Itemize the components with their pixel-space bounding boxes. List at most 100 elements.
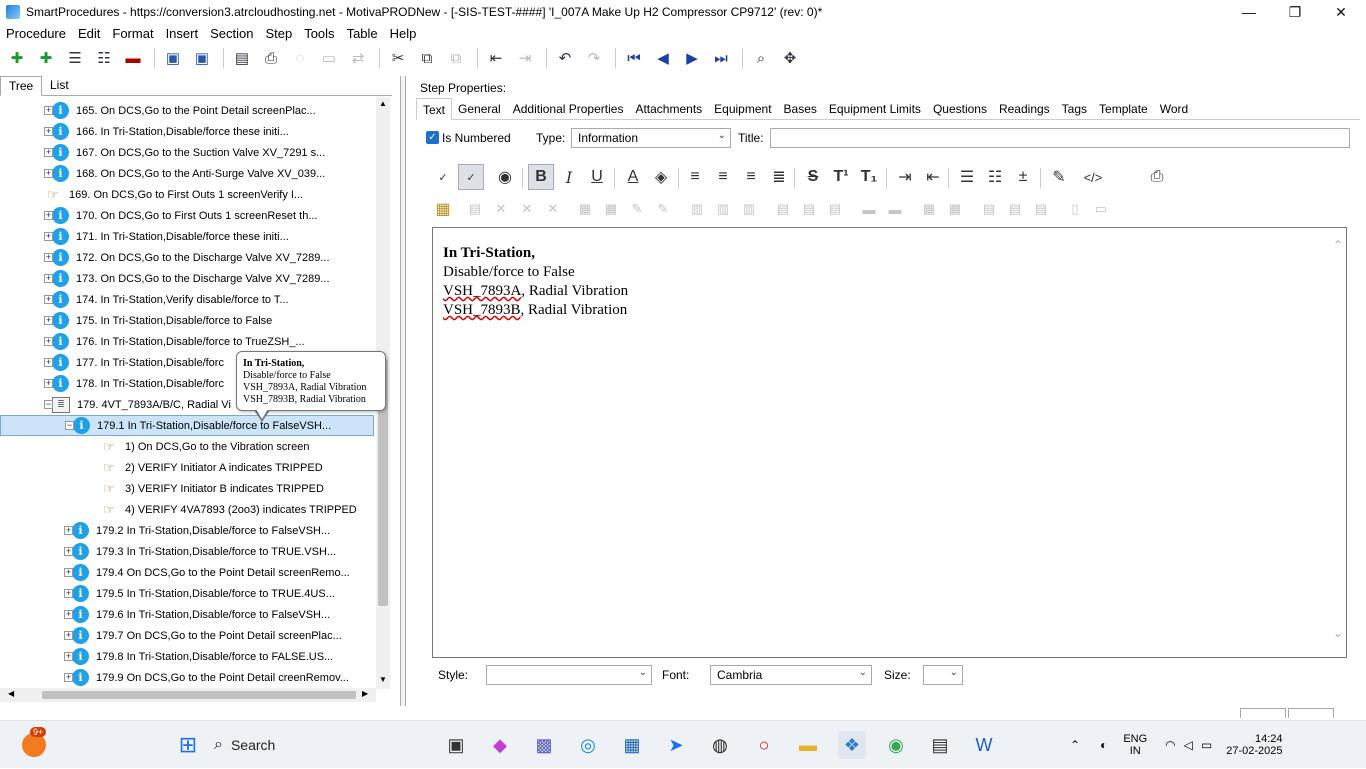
- add-step-icon[interactable]: ✚: [4, 46, 30, 70]
- tree-row[interactable]: ☞ 4) VERIFY 4VA7893 (2oo3) indicates TRIP…: [0, 499, 374, 520]
- clock[interactable]: 14:24 27-02-2025: [1226, 733, 1282, 757]
- size-select[interactable]: ⌄: [923, 665, 963, 685]
- menu-table[interactable]: Table: [347, 26, 378, 41]
- cut-icon[interactable]: ✂: [385, 46, 411, 70]
- tab-text[interactable]: Text: [416, 98, 453, 120]
- opera-icon[interactable]: ○: [750, 731, 778, 759]
- tree-row[interactable]: + i 173. On DCS,Go to the Discharge Valve …: [0, 268, 374, 289]
- first-icon[interactable]: ⏮: [621, 46, 647, 70]
- tree-row[interactable]: + i 179.8 In Tri-Station,Disable/force to …: [0, 646, 374, 667]
- expand-icon[interactable]: +: [44, 358, 53, 367]
- decrease-indent-icon[interactable]: ⇤: [920, 164, 946, 190]
- taskbar-search[interactable]: ⌕ Search: [214, 729, 434, 761]
- tree-row[interactable]: + i 171. In Tri-Station,Disable/force thes…: [0, 226, 374, 247]
- title-input[interactable]: [770, 128, 1350, 148]
- app-icon[interactable]: ▤: [926, 731, 954, 759]
- tab-bases[interactable]: Bases: [778, 98, 823, 120]
- tree-row[interactable]: + i 179.2 In Tri-Station,Disable/force to …: [0, 520, 374, 541]
- expand-icon[interactable]: +: [64, 589, 73, 598]
- tree-row[interactable]: + i 175. In Tri-Station,Disable/force to F…: [0, 310, 374, 331]
- font-color-icon[interactable]: A: [620, 164, 646, 190]
- refresh-icon[interactable]: ◌: [287, 46, 313, 70]
- magic-wand-icon[interactable]: ✎: [1046, 164, 1072, 190]
- outline-icon[interactable]: ☷: [91, 46, 117, 70]
- scroll-right-icon[interactable]: ▶: [362, 689, 368, 698]
- increase-indent-icon[interactable]: ⇥: [892, 164, 918, 190]
- tab-tree[interactable]: Tree: [0, 76, 43, 96]
- battery-icon[interactable]: ▭: [1201, 738, 1212, 752]
- pane-splitter[interactable]: [400, 76, 406, 706]
- spellcheck-icon[interactable]: ✓: [430, 164, 456, 190]
- paste-icon[interactable]: ⧉: [443, 46, 469, 70]
- type-select[interactable]: Information ⌄: [571, 128, 731, 148]
- expand-icon[interactable]: +: [44, 295, 53, 304]
- editor-content[interactable]: In Tri-Station, Disable/force to False V…: [443, 244, 628, 320]
- word-icon[interactable]: W: [970, 731, 998, 759]
- printer-icon[interactable]: ⎙: [1144, 164, 1170, 190]
- tab-list[interactable]: List: [42, 76, 77, 96]
- publish-icon[interactable]: ▤: [229, 46, 255, 70]
- indent-icon[interactable]: ⇥: [512, 46, 538, 70]
- tab-attachments[interactable]: Attachments: [629, 98, 708, 120]
- expand-icon[interactable]: +: [64, 652, 73, 661]
- menu-step[interactable]: Step: [265, 26, 292, 41]
- tree-row[interactable]: + i 174. In Tri-Station,Verify disable/for…: [0, 289, 374, 310]
- expand-icon[interactable]: +: [64, 547, 73, 556]
- tree-row[interactable]: + i 165. On DCS,Go to the Point Detail scr…: [0, 100, 374, 121]
- align-center-icon[interactable]: ≡: [710, 164, 736, 190]
- insert-table-icon[interactable]: ▦: [430, 196, 456, 222]
- tab-equipment[interactable]: Equipment: [708, 98, 777, 120]
- collapse-icon[interactable]: −: [44, 400, 53, 409]
- expand-icon[interactable]: +: [44, 274, 53, 283]
- menu-section[interactable]: Section: [210, 26, 253, 41]
- smartprocedures-taskbar-icon[interactable]: ❖: [838, 731, 866, 759]
- expand-icon[interactable]: +: [64, 568, 73, 577]
- tree-row[interactable]: + i 179.9 On DCS,Go to the Point Detail cr…: [0, 667, 374, 688]
- last-icon[interactable]: ⏭: [708, 46, 734, 70]
- task-view-icon[interactable]: ▣: [442, 731, 470, 759]
- expand-icon[interactable]: +: [64, 526, 73, 535]
- underline-icon[interactable]: U: [584, 164, 610, 190]
- edge-icon[interactable]: ◎: [574, 731, 602, 759]
- copy-icon[interactable]: ⧉: [414, 46, 440, 70]
- power-automate-icon[interactable]: ➤: [662, 731, 690, 759]
- editor-scrollbar[interactable]: ⌃ ⌄: [1332, 228, 1346, 657]
- align-left-icon[interactable]: ≡: [682, 164, 708, 190]
- image-icon[interactable]: ▭: [316, 46, 342, 70]
- style-select[interactable]: ⌄: [486, 665, 652, 685]
- menu-insert[interactable]: Insert: [166, 26, 199, 41]
- tree-row[interactable]: + i 172. On DCS,Go to the Discharge Valve …: [0, 247, 374, 268]
- tab-template[interactable]: Template: [1093, 98, 1154, 120]
- teams-icon[interactable]: ▩: [530, 731, 558, 759]
- redo-icon[interactable]: ↷: [581, 46, 607, 70]
- scroll-left-icon[interactable]: ◀: [8, 689, 14, 698]
- expand-icon[interactable]: +: [64, 610, 73, 619]
- tab-word[interactable]: Word: [1154, 98, 1194, 120]
- undo-icon[interactable]: ↶: [552, 46, 578, 70]
- tab-readings[interactable]: Readings: [993, 98, 1056, 120]
- numbered-list-icon[interactable]: ☷: [982, 164, 1008, 190]
- delete-icon[interactable]: ▬: [120, 46, 146, 70]
- tree-row[interactable]: ☞ 3) VERIFY Initiator B indicates TRIPPED: [0, 478, 374, 499]
- volume-icon[interactable]: ◁: [1184, 738, 1193, 752]
- expand-icon[interactable]: +: [64, 673, 73, 682]
- expand-icon[interactable]: +: [44, 232, 53, 241]
- tab-additional-properties[interactable]: Additional Properties: [507, 98, 630, 120]
- scroll-up-icon[interactable]: ▲: [379, 99, 387, 108]
- justify-icon[interactable]: ≣: [766, 164, 792, 190]
- tree-row[interactable]: ☞ 2) VERIFY Initiator A indicates TRIPPED: [0, 457, 374, 478]
- menu-help[interactable]: Help: [390, 26, 417, 41]
- expand-icon[interactable]: +: [44, 169, 53, 178]
- network-status-icon[interactable]: ◐: [1100, 738, 1107, 752]
- expand-icon[interactable]: +: [44, 127, 53, 136]
- chrome-icon[interactable]: ◉: [882, 731, 910, 759]
- highlight-icon[interactable]: ◈: [648, 164, 674, 190]
- wifi-icon[interactable]: ◠: [1165, 738, 1175, 752]
- file-explorer-icon[interactable]: ▬: [794, 731, 822, 759]
- scroll-thumb[interactable]: [42, 691, 356, 699]
- strikethrough-icon[interactable]: S: [800, 164, 826, 190]
- copilot-icon[interactable]: ◆: [486, 731, 514, 759]
- menu-format[interactable]: Format: [112, 26, 153, 41]
- tab-questions[interactable]: Questions: [927, 98, 993, 120]
- scroll-up-icon[interactable]: ⌃: [1333, 238, 1343, 252]
